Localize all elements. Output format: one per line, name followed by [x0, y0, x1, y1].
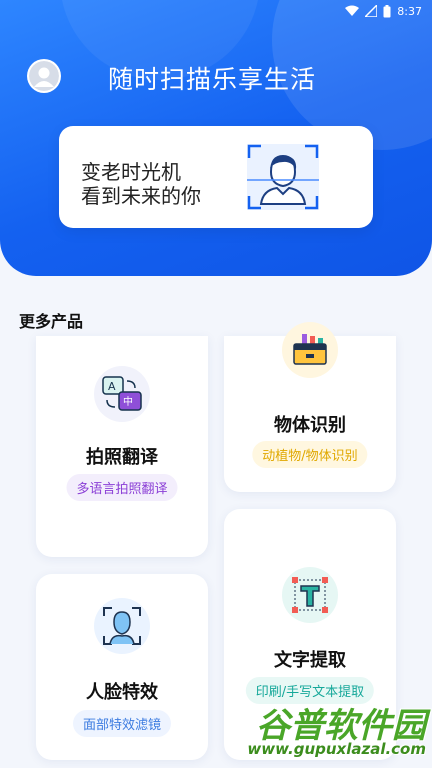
translate-icon: A 中	[102, 376, 142, 411]
toolbox-icon-circle	[282, 322, 338, 378]
photo-translate-card[interactable]: A 中 拍照翻译 多语言拍照翻译	[36, 336, 208, 557]
card-title: 拍照翻译	[86, 447, 158, 468]
translate-icon-circle: A 中	[94, 366, 150, 422]
text-icon-circle	[282, 567, 338, 623]
card-title: 文字提取	[274, 650, 346, 671]
status-time: 8:37	[397, 4, 422, 18]
section-title: 更多产品	[19, 312, 84, 331]
svg-text:A: A	[108, 380, 116, 393]
watermark: 谷普软件园 www.gupuxlazal.com	[232, 698, 432, 768]
user-icon	[29, 61, 59, 91]
page-title: 随时扫描乐享生活	[108, 65, 317, 94]
status-bar: 8:37	[0, 0, 432, 22]
face-scan-icon	[247, 144, 319, 210]
card-tag: 动植物/物体识别	[252, 441, 368, 468]
card-tag: 多语言拍照翻译	[66, 474, 178, 501]
wifi-icon	[345, 5, 360, 16]
avatar[interactable]	[27, 59, 61, 93]
signal-icon	[365, 5, 378, 17]
card-title: 物体识别	[274, 415, 346, 436]
svg-text:中: 中	[123, 395, 133, 408]
face-scan-icon	[103, 607, 141, 645]
banner-subtitle: 看到未来的你	[81, 184, 201, 208]
text-frame-icon	[292, 577, 328, 613]
battery-icon	[383, 4, 391, 17]
card-title: 人脸特效	[86, 682, 158, 703]
toolbox-icon	[293, 334, 327, 365]
aging-machine-banner[interactable]: 变老时光机 看到未来的你	[59, 126, 373, 228]
card-tag: 面部特效滤镜	[72, 710, 172, 737]
watermark-url: www.gupuxlazal.com	[247, 740, 426, 758]
face-effects-card[interactable]: 人脸特效 面部特效滤镜	[36, 574, 208, 760]
object-recognition-card[interactable]: 物体识别 动植物/物体识别	[224, 322, 396, 492]
face-icon-circle	[94, 598, 150, 654]
